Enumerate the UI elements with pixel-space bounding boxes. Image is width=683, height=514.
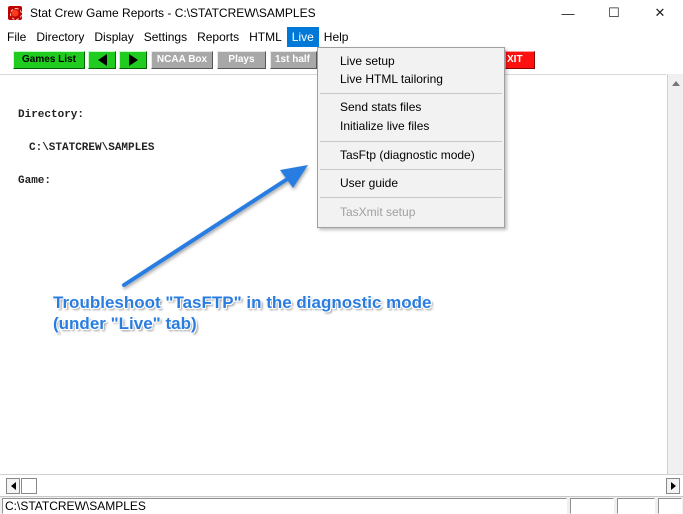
menu-display[interactable]: Display <box>89 27 138 47</box>
window-controls: — ☐ ✕ <box>545 0 683 26</box>
chevron-right-icon <box>670 482 676 490</box>
vertical-scrollbar[interactable] <box>667 74 683 474</box>
menu-separator <box>320 141 502 142</box>
scroll-up-button[interactable] <box>668 74 683 92</box>
menu-separator <box>320 93 502 94</box>
scroll-right-button[interactable] <box>666 478 680 494</box>
menu-help[interactable]: Help <box>319 27 354 47</box>
menu-bar: File Directory Display Settings Reports … <box>0 27 683 47</box>
directory-path: C:\STATCREW\SAMPLES <box>29 142 155 154</box>
exit-button[interactable]: XIT <box>505 51 535 69</box>
menu-reports[interactable]: Reports <box>192 27 244 47</box>
menu-item-send-stats-files[interactable]: Send stats files <box>318 98 504 118</box>
scroll-thumb[interactable] <box>21 478 37 494</box>
chevron-up-icon <box>671 80 680 86</box>
menu-html[interactable]: HTML <box>244 27 287 47</box>
app-icon <box>8 6 22 20</box>
next-button[interactable] <box>119 51 147 69</box>
annotation-line-1: Troubleshoot "TasFTP" in the diagnostic … <box>53 293 432 312</box>
menu-directory[interactable]: Directory <box>31 27 89 47</box>
previous-button[interactable] <box>88 51 116 69</box>
minimize-icon: — <box>561 5 575 21</box>
menu-live[interactable]: Live <box>286 27 319 47</box>
status-pane-4 <box>658 498 682 514</box>
plays-button[interactable]: Plays <box>217 51 266 69</box>
menu-item-tasftp-diagnostic[interactable]: TasFtp (diagnostic mode) <box>318 146 504 166</box>
close-button[interactable]: ✕ <box>637 0 683 26</box>
menu-item-tasxmit-setup: TasXmit setup <box>340 205 416 219</box>
annotation-caption: Troubleshoot "TasFTP" in the diagnostic … <box>53 292 432 334</box>
first-half-button[interactable]: 1st half <box>270 51 317 69</box>
arrow-left-icon <box>97 54 107 66</box>
status-path: C:\STATCREW\SAMPLES <box>2 498 567 514</box>
ncaa-box-button[interactable]: NCAA Box <box>151 51 213 69</box>
live-menu-dropdown: Live setup Live HTML tailoring Send stat… <box>317 47 505 228</box>
status-pane-2 <box>570 498 614 514</box>
horizontal-scrollbar[interactable] <box>0 474 683 496</box>
menu-settings[interactable]: Settings <box>139 27 192 47</box>
minimize-button[interactable]: — <box>545 0 591 26</box>
menu-item-live-html-tailoring[interactable]: Live HTML tailoring <box>318 70 504 90</box>
close-icon: ✕ <box>654 5 666 20</box>
maximize-icon: ☐ <box>608 5 620 20</box>
status-bar: C:\STATCREW\SAMPLES <box>0 496 683 514</box>
window-title: Stat Crew Game Reports - C:\STATCREW\SAM… <box>30 6 316 20</box>
scroll-left-button[interactable] <box>6 478 20 494</box>
menu-separator <box>320 197 502 198</box>
status-pane-3 <box>617 498 655 514</box>
menu-file[interactable]: File <box>2 27 31 47</box>
maximize-button[interactable]: ☐ <box>591 0 637 26</box>
arrow-right-icon <box>128 54 138 66</box>
games-list-button[interactable]: Games List <box>13 51 85 69</box>
menu-separator <box>320 169 502 170</box>
menu-item-user-guide[interactable]: User guide <box>318 174 504 194</box>
directory-label: Directory: <box>18 109 85 121</box>
menu-item-initialize-live-files[interactable]: Initialize live files <box>318 117 504 137</box>
game-label: Game: <box>18 175 52 187</box>
chevron-left-icon <box>10 482 16 490</box>
annotation-line-2: (under "Live" tab) <box>53 314 197 333</box>
menu-item-live-setup[interactable]: Live setup <box>318 52 504 72</box>
title-bar: Stat Crew Game Reports - C:\STATCREW\SAM… <box>0 0 683 26</box>
